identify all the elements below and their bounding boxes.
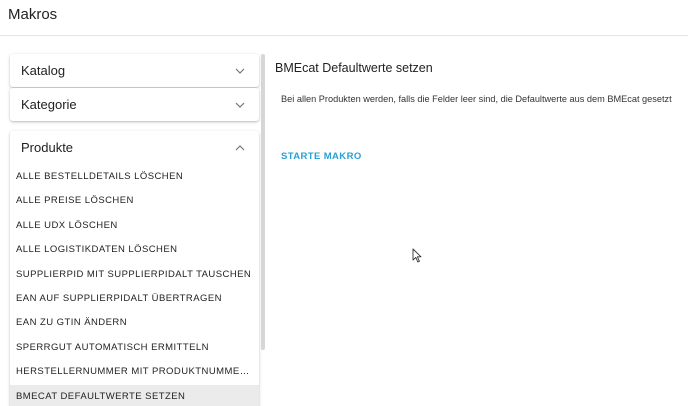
sidebar-scrollbar[interactable]: [261, 54, 265, 350]
menu-item[interactable]: ALLE UDX LÖSCHEN: [10, 214, 259, 238]
menu-item[interactable]: HERSTELLERNUMMER MIT PRODUKTNUMMER FÜ...: [10, 360, 259, 384]
chevron-down-icon: [235, 100, 245, 110]
macro-list: ALLE BESTELLDETAILS LÖSCHEN ALLE PREISE …: [10, 165, 259, 406]
menu-item[interactable]: ALLE PREISE LÖSCHEN: [10, 189, 259, 213]
panel-produkte: Produkte ALLE BESTELLDETAILS LÖSCHEN ALL…: [10, 131, 259, 406]
macro-description: Bei allen Produkten werden, falls die Fe…: [281, 94, 672, 104]
chevron-down-icon: [235, 66, 245, 76]
start-macro-button[interactable]: STARTE MAKRO: [281, 151, 362, 162]
menu-item-active[interactable]: BMECAT DEFAULTWERTE SETZEN: [10, 384, 259, 406]
mouse-cursor-icon: [412, 248, 422, 263]
panel-header-katalog[interactable]: Katalog: [10, 54, 259, 87]
macro-title: BMEcat Defaultwerte setzen: [275, 61, 433, 75]
panel-label-produkte: Produkte: [21, 140, 74, 155]
panel-kategorie: Kategorie: [10, 88, 259, 121]
menu-item[interactable]: EAN AUF SUPPLIERPIDALT ÜBERTRAGEN: [10, 287, 259, 311]
menu-item[interactable]: EAN ZU GTIN ÄNDERN: [10, 311, 259, 335]
menu-item[interactable]: ALLE BESTELLDETAILS LÖSCHEN: [10, 165, 259, 189]
sidebar: Katalog Kategorie Produkte ALLE BESTELLD…: [10, 54, 259, 406]
top-bar: Makros: [0, 0, 688, 36]
page-title: Makros: [8, 6, 58, 23]
chevron-up-icon: [235, 143, 245, 153]
menu-item[interactable]: ALLE LOGISTIKDATEN LÖSCHEN: [10, 238, 259, 262]
panel-header-kategorie[interactable]: Kategorie: [10, 88, 259, 121]
panel-label-katalog: Katalog: [21, 63, 66, 78]
panel-header-produkte[interactable]: Produkte: [10, 131, 259, 165]
menu-item[interactable]: SPERRGUT AUTOMATISCH ERMITTELN: [10, 336, 259, 360]
menu-item[interactable]: SUPPLIERPID MIT SUPPLIERPIDALT TAUSCHEN: [10, 263, 259, 287]
panel-label-kategorie: Kategorie: [21, 97, 77, 112]
panel-katalog: Katalog: [10, 54, 259, 87]
